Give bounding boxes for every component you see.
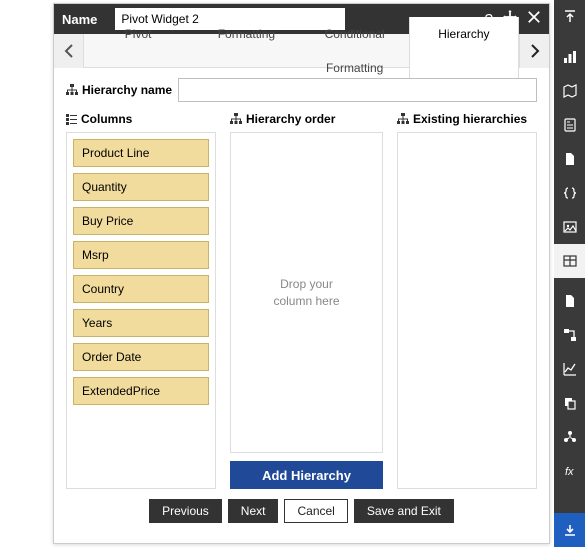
hierarchy-icon (230, 113, 242, 125)
tab-scroll-left[interactable] (54, 34, 84, 68)
hierarchy-name-row: Hierarchy name (66, 78, 537, 102)
download-icon[interactable] (554, 513, 585, 547)
hierarchy-order-dropzone[interactable]: Drop yourcolumn here (230, 132, 383, 453)
add-hierarchy-button[interactable]: Add Hierarchy (230, 461, 383, 489)
existing-hierarchies-panel: Existing hierarchies (397, 112, 537, 489)
dialog-body: Hierarchy name Columns Product Line Quant… (54, 68, 549, 543)
column-item[interactable]: Buy Price (73, 207, 209, 235)
cluster-icon[interactable] (554, 420, 585, 454)
cancel-button[interactable]: Cancel (284, 499, 347, 523)
dialog-footer: Previous Next Cancel Save and Exit (66, 489, 537, 535)
region-map-icon[interactable] (554, 74, 585, 108)
braces-icon[interactable] (554, 176, 585, 210)
next-button[interactable]: Next (228, 499, 279, 523)
drop-hint: Drop yourcolumn here (237, 139, 376, 446)
tab-bar: PivotFormattingConditional FormattingHie… (54, 34, 549, 68)
chart-bar-icon[interactable] (554, 40, 585, 74)
side-toolbar: fx (554, 0, 585, 547)
document-icon[interactable] (554, 142, 585, 176)
column-item[interactable]: Quantity (73, 173, 209, 201)
image-icon[interactable] (554, 210, 585, 244)
existing-hierarchies-list (397, 132, 537, 489)
previous-button[interactable]: Previous (149, 499, 222, 523)
column-item[interactable]: Years (73, 309, 209, 337)
chart-line-icon[interactable] (554, 352, 585, 386)
table-grid-icon[interactable] (554, 244, 585, 278)
list-icon (66, 114, 77, 125)
hierarchy-icon (397, 113, 409, 125)
flow-icon[interactable] (554, 318, 585, 352)
order-header: Hierarchy order (230, 112, 383, 126)
save-and-exit-button[interactable]: Save and Exit (354, 499, 454, 523)
hierarchy-icon (66, 84, 78, 96)
column-item[interactable]: Order Date (73, 343, 209, 371)
columns-header: Columns (66, 112, 216, 126)
close-icon[interactable] (527, 10, 541, 28)
collapse-up-icon[interactable] (554, 0, 585, 34)
columns-list: Product Line Quantity Buy Price Msrp Country… (66, 132, 216, 489)
svg-text:fx: fx (565, 466, 574, 478)
tab-scroll-right[interactable] (519, 34, 549, 68)
column-item[interactable]: Country (73, 275, 209, 303)
columns-panel: Columns Product Line Quantity Buy Price Msr… (66, 112, 216, 489)
hierarchy-name-input[interactable] (178, 78, 537, 102)
formula-icon[interactable]: fx (554, 454, 585, 488)
column-item[interactable]: Product Line (73, 139, 209, 167)
widget-settings-dialog: Name ? PivotFormattingConditional Format… (53, 3, 550, 544)
column-item[interactable]: Msrp (73, 241, 209, 269)
column-item[interactable]: ExtendedPrice (73, 377, 209, 405)
copy-icon[interactable] (554, 386, 585, 420)
script-icon[interactable] (554, 108, 585, 142)
hierarchy-name-label: Hierarchy name (66, 83, 172, 97)
hierarchy-order-panel: Hierarchy order Drop yourcolumn here Add… (230, 112, 383, 489)
existing-header: Existing hierarchies (397, 112, 537, 126)
page-icon[interactable] (554, 284, 585, 318)
